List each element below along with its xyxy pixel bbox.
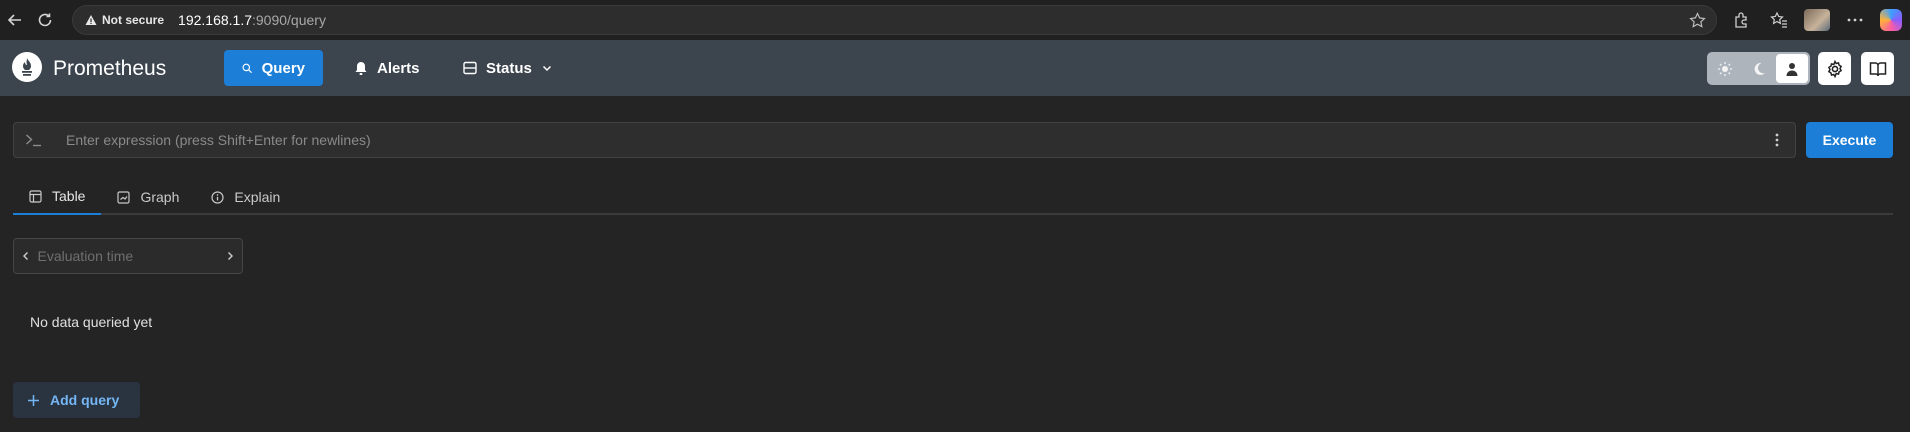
security-label: Not secure — [102, 13, 165, 27]
brand-title[interactable]: Prometheus — [53, 57, 166, 81]
tab-explain-label: Explain — [234, 189, 281, 205]
warning-icon — [85, 15, 97, 25]
url-path: :9090/query — [252, 12, 326, 28]
add-query-button[interactable]: Add query — [13, 382, 140, 418]
more-options-icon[interactable] — [1842, 7, 1868, 33]
back-arrow-icon[interactable] — [0, 5, 30, 35]
moon-icon — [1754, 62, 1765, 75]
tab-graph[interactable]: Graph — [101, 179, 195, 215]
user-icon — [1786, 62, 1798, 76]
tab-table[interactable]: Table — [13, 179, 102, 215]
light-theme-button[interactable] — [1709, 54, 1741, 83]
dark-theme-button[interactable] — [1743, 54, 1775, 83]
info-icon — [211, 190, 224, 204]
prometheus-logo-icon[interactable] — [12, 52, 42, 82]
nav-status[interactable]: Status — [445, 50, 571, 86]
expression-input[interactable] — [54, 132, 1759, 148]
refresh-icon[interactable] — [30, 5, 60, 35]
auto-theme-button[interactable] — [1776, 54, 1809, 83]
browser-toolbar: Not secure 192.168.1.7:9090/query — [0, 0, 1910, 40]
nav-query[interactable]: Query — [224, 50, 323, 86]
security-indicator[interactable]: Not secure — [85, 13, 164, 27]
nav-alerts[interactable]: Alerts — [336, 50, 438, 86]
expression-menu-icon[interactable] — [1759, 133, 1795, 147]
server-icon — [463, 61, 477, 75]
add-query-label: Add query — [50, 392, 120, 408]
table-icon — [29, 189, 42, 203]
favorites-icon[interactable] — [1766, 7, 1792, 33]
documentation-button[interactable] — [1861, 52, 1894, 85]
chevron-down-icon — [542, 65, 551, 72]
sun-icon — [1717, 61, 1732, 76]
nav-alerts-label: Alerts — [377, 59, 420, 77]
terminal-prompt-icon — [14, 133, 54, 147]
search-icon — [242, 63, 252, 73]
nav-query-label: Query — [261, 59, 305, 77]
tab-explain[interactable]: Explain — [195, 179, 296, 215]
url-host: 192.168.1.7 — [178, 12, 252, 28]
plus-icon — [28, 394, 39, 406]
evaluation-time-picker — [13, 238, 243, 274]
browser-actions — [1728, 0, 1910, 40]
execute-button[interactable]: Execute — [1806, 122, 1893, 158]
empty-state-message: No data queried yet — [30, 314, 153, 330]
profile-avatar[interactable] — [1804, 9, 1830, 31]
chevron-right-icon[interactable] — [219, 251, 243, 261]
app-header: Prometheus Query Alerts Status — [0, 40, 1910, 96]
graph-icon — [117, 190, 131, 204]
chevron-left-icon[interactable] — [14, 251, 38, 261]
gear-icon — [1827, 59, 1842, 78]
copilot-icon[interactable] — [1880, 9, 1902, 31]
address-bar[interactable]: Not secure 192.168.1.7:9090/query — [72, 5, 1717, 35]
favorite-star-icon[interactable] — [1689, 12, 1706, 34]
book-icon — [1869, 61, 1886, 76]
extensions-icon[interactable] — [1728, 7, 1754, 33]
expression-editor — [13, 122, 1796, 158]
settings-button[interactable] — [1818, 52, 1851, 85]
bell-icon — [355, 61, 367, 75]
tab-table-label: Table — [52, 188, 86, 204]
evaluation-time-input[interactable] — [37, 248, 219, 264]
nav-status-label: Status — [486, 59, 532, 77]
theme-toggle-group — [1707, 52, 1810, 85]
result-tabs: Table Graph Explain — [13, 179, 1893, 215]
tab-graph-label: Graph — [140, 189, 180, 205]
url-text: 192.168.1.7:9090/query — [178, 12, 326, 28]
